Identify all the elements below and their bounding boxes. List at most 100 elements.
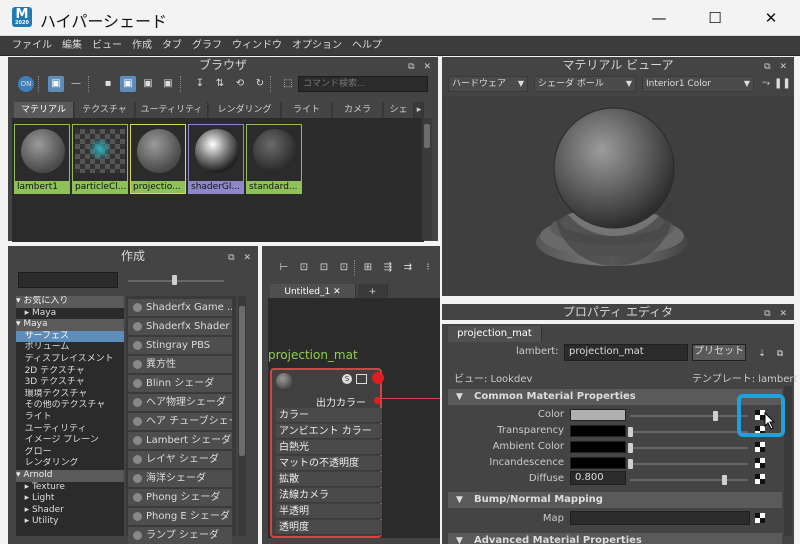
map-field[interactable] <box>570 511 750 525</box>
tab-close-icon[interactable]: ✕ <box>333 287 341 297</box>
swatch-lambert1[interactable]: lambert1 <box>14 124 70 194</box>
create-node-item[interactable]: 海洋シェーダ <box>128 470 232 487</box>
node-attribute[interactable]: 拡散 <box>276 472 382 487</box>
menu-edit[interactable]: 編集 <box>57 36 87 56</box>
panel-float-close-icon[interactable]: ⧉ ✕ <box>764 306 790 322</box>
slider-knob[interactable] <box>628 459 633 469</box>
node-attribute[interactable]: 透明度 <box>276 520 382 535</box>
more-options-icon[interactable]: ⁝ <box>420 260 436 276</box>
small-swatch-icon[interactable]: ▪ <box>100 76 116 92</box>
projection-mat-node[interactable]: S 出力カラー カラー アンビエント カラー 白熱光 マットの不透明度 拡散 法線カメラ半… <box>270 368 384 538</box>
tree-item[interactable]: ディスプレイスメント <box>16 354 124 366</box>
large-swatch-icon[interactable]: ▣ <box>140 76 156 92</box>
toggle-on-icon[interactable]: ON <box>18 76 34 92</box>
tree-group[interactable]: ▾ お気に入り <box>16 296 124 308</box>
map-button-icon[interactable] <box>755 458 765 468</box>
tree-item[interactable]: ボリューム <box>16 342 124 354</box>
copy-tab-icon[interactable]: ⇣ <box>754 346 770 362</box>
create-node-item[interactable]: Shaderfx Game ... <box>128 299 232 316</box>
slider-knob[interactable] <box>628 427 633 437</box>
attr-slider[interactable] <box>630 415 748 417</box>
menu-window[interactable]: ウィンドウ <box>227 36 287 56</box>
tree-item[interactable]: ユーティリティ <box>16 424 124 436</box>
sort-time-icon[interactable]: ⟲ <box>232 76 248 92</box>
attr-slider[interactable] <box>630 431 748 433</box>
tree-item[interactable]: 2D テクスチャ <box>16 366 124 378</box>
menu-view[interactable]: ビュー <box>87 36 127 56</box>
tab-cameras[interactable]: カメラ <box>333 102 383 118</box>
tree-item[interactable]: 3D テクスチャ <box>16 377 124 389</box>
clear-graph-icon[interactable]: ⊡ <box>336 260 352 276</box>
create-search-input[interactable] <box>18 272 118 288</box>
create-node-item[interactable]: Stingray PBS <box>128 337 232 354</box>
tab-textures[interactable]: テクスチャ <box>75 102 135 118</box>
create-node-item[interactable]: ヘア物理シェーダ <box>128 394 232 411</box>
close-button[interactable]: ✕ <box>748 6 794 30</box>
out-color-port[interactable] <box>374 397 381 404</box>
tab-utilities[interactable]: ユーティリティ <box>136 102 208 118</box>
maximize-button[interactable]: ☐ <box>692 6 738 30</box>
render-options-icon[interactable]: ⤳ <box>758 76 774 92</box>
tree-item[interactable]: ライト <box>16 412 124 424</box>
tree-group[interactable]: ▾ Arnold <box>16 469 124 482</box>
node-attribute[interactable]: 半透明 <box>276 504 382 519</box>
create-node-item[interactable]: Phong E シェーダ <box>128 508 232 525</box>
attr-slider[interactable] <box>630 479 748 481</box>
create-node-item[interactable]: レイヤ シェーダ <box>128 451 232 468</box>
panel-float-close-icon[interactable]: ⧉ ✕ <box>228 250 254 266</box>
node-collapse-icon[interactable] <box>356 374 367 384</box>
sort-name-icon[interactable]: ↧ <box>192 76 208 92</box>
line-icon[interactable]: — <box>68 76 84 92</box>
menu-create[interactable]: 作成 <box>127 36 157 56</box>
medium-swatch-icon[interactable]: ▣ <box>120 76 136 92</box>
create-node-item[interactable]: Blinn シェーダ <box>128 375 232 392</box>
slider-knob[interactable] <box>722 475 728 485</box>
tree-item[interactable]: イメージ プレーン <box>16 435 124 447</box>
node-attribute[interactable]: 白熱光 <box>276 440 382 455</box>
map-button-icon[interactable] <box>755 513 765 523</box>
refresh-icon[interactable]: ↻ <box>252 76 268 92</box>
swatch-shaderglow[interactable]: shaderGl... <box>188 124 244 194</box>
node-attribute[interactable]: カラー <box>276 408 382 423</box>
menu-graph[interactable]: グラフ <box>187 36 227 56</box>
attr-slider[interactable] <box>630 447 748 449</box>
section-advanced-material[interactable]: ▼ Advanced Material Properties <box>448 533 782 544</box>
map-button-icon[interactable] <box>755 442 765 452</box>
tab-rendering[interactable]: レンダリング <box>209 102 281 118</box>
material-viewer-viewport[interactable] <box>442 96 794 296</box>
create-scrollbar[interactable] <box>238 296 246 536</box>
tab-lights[interactable]: ライト <box>282 102 332 118</box>
tree-item[interactable]: ▸ Maya <box>16 308 124 320</box>
tree-item[interactable]: レンダリング <box>16 458 124 470</box>
graph-layout-icon[interactable]: ⇉ <box>400 260 416 276</box>
create-node-item[interactable]: Phong シェーダ <box>128 489 232 506</box>
section-common-material[interactable]: ▼ Common Material Properties <box>448 389 782 405</box>
color-swatch[interactable] <box>570 441 626 453</box>
pause-icon[interactable]: ❚❚ <box>774 76 791 92</box>
frame-all-icon[interactable]: ⊞ <box>360 260 376 276</box>
layout-icon[interactable]: ⇶ <box>380 260 396 276</box>
swatch-standard[interactable]: standard... <box>246 124 302 194</box>
node-attribute[interactable]: 法線カメラ <box>276 488 382 503</box>
tree-item[interactable]: ▸ Shader <box>16 505 124 517</box>
tree-item[interactable]: その他のテクスチャ <box>16 400 124 412</box>
attr-value-field[interactable]: 0.800 <box>570 471 626 485</box>
tree-item[interactable]: ▸ Light <box>16 493 124 505</box>
swatch-particlecloud[interactable]: particleCl... <box>72 124 128 194</box>
float-icon[interactable]: ⧉ <box>772 346 788 362</box>
menu-options[interactable]: オプション <box>287 36 347 56</box>
attr-slider[interactable] <box>630 463 748 465</box>
create-node-item[interactable]: Lambert シェーダ <box>128 432 232 449</box>
create-node-item[interactable]: ランプ シェーダ <box>128 527 232 544</box>
tree-item[interactable]: ▸ Utility <box>16 516 124 528</box>
tree-item[interactable]: 環境テクスチャ <box>16 389 124 401</box>
minimize-button[interactable]: — <box>636 6 682 30</box>
input-connections-icon[interactable]: ⊢ <box>276 260 292 276</box>
sort-type-icon[interactable]: ⇅ <box>212 76 228 92</box>
color-swatch[interactable] <box>570 457 626 469</box>
create-node-item[interactable]: Shaderfx Shader <box>128 318 232 335</box>
swatch-projection[interactable]: projectio... <box>130 124 186 194</box>
color-swatch[interactable] <box>570 409 626 421</box>
map-button-icon[interactable] <box>755 474 765 484</box>
node-name-field[interactable]: projection_mat <box>564 344 688 361</box>
